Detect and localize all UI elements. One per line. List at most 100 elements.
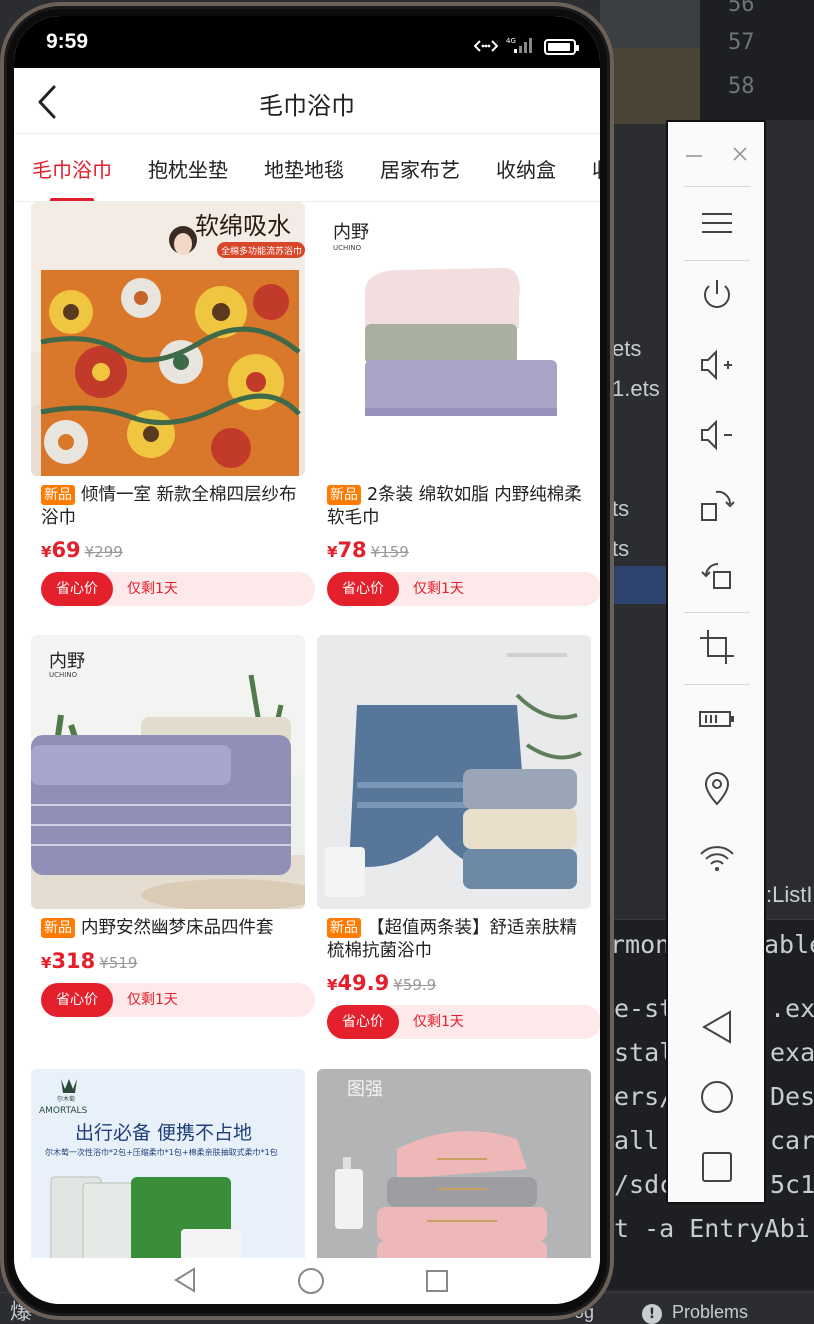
original-price: ¥59.9 [393,976,437,994]
status-bar: 9:59 4G [14,16,600,68]
home-circle-icon [701,1081,733,1113]
deal-pill[interactable]: 省心价 仅剩1天 [41,572,315,606]
price-row: ¥78 ¥159 [327,538,409,562]
category-tabs: 毛巾浴巾 抱枕坐垫 地垫地毯 居家布艺 收纳盒 收 [14,134,600,202]
project-tree-item[interactable]: ets [612,336,641,362]
recents-square-icon [702,1152,732,1182]
terminal-line: exa [770,1038,814,1067]
image-subheadline: 尔木萄一次性浴巾*2包+压缩柔巾*1包+棉柔亲肤抽取式柔巾*1包 [45,1147,278,1157]
new-badge: 新品 [327,485,361,505]
brand-logo-text: AMORTALS [39,1106,88,1116]
volume-down-icon [701,419,732,451]
tab-more[interactable]: 收 [592,154,600,183]
battery-icon [544,39,579,55]
original-price: ¥519 [99,954,138,972]
deal-pill[interactable]: 省心价 仅剩1天 [327,572,600,606]
rotate-left-button[interactable] [694,552,740,598]
tab-towels[interactable]: 毛巾浴巾 [32,154,112,183]
terminal-line: car [770,1126,814,1155]
line-number: 58 [728,74,755,99]
toolbar-divider [684,186,750,187]
power-button[interactable] [694,272,740,318]
tab-rugs[interactable]: 地垫地毯 [264,154,344,183]
price-row: ¥49.9 ¥59.9 [327,971,436,995]
nfc-icon [473,38,499,57]
status-time: 9:59 [46,30,89,53]
product-name[interactable]: 新品 内野安然幽梦床品四件套 [41,917,305,940]
recents-square-icon[interactable] [424,1268,450,1294]
image-headline: 出行必备 便携不占地 [75,1122,252,1144]
tab-cushions[interactable]: 抱枕坐垫 [148,154,228,183]
tab-home-textiles[interactable]: 居家布艺 [380,154,460,183]
deal-pill[interactable]: 省心价 仅剩1天 [327,1005,600,1039]
project-tree-item[interactable]: ts [612,496,629,522]
rotate-right-button[interactable] [694,482,740,528]
problems-icon: ! [642,1304,662,1324]
product-title: 内野安然幽梦床品四件套 [81,918,274,938]
wifi-icon [700,846,734,871]
emulator-back-button[interactable] [694,1004,740,1050]
close-icon[interactable] [730,144,750,164]
product-image[interactable]: 软绵吸水 全棉多功能流苏浴巾 [31,202,305,476]
location-pin-icon [704,772,730,806]
price-row: ¥318 ¥519 [41,949,137,973]
status-icons: 4G [473,36,579,58]
signal-icon: 4G [506,36,536,58]
current-price: 49.9 [337,971,390,995]
emulator-recents-button[interactable] [694,1144,740,1190]
currency-symbol: ¥ [327,976,338,994]
back-triangle-icon[interactable] [172,1266,198,1294]
currency-symbol: ¥ [41,543,52,561]
new-badge: 新品 [41,485,75,505]
line-number: 57 [728,30,755,55]
terminal-line: .ex [770,994,814,1023]
deal-pill[interactable]: 省心价 仅剩1天 [41,983,315,1017]
line-number: 56 [728,0,755,17]
brand-logo-text: 图强 [347,1079,383,1100]
product-image[interactable]: 内野 UCHINO [317,202,591,476]
current-price: 78 [337,538,367,562]
deal-label: 省心价 [327,1005,399,1039]
crop-icon [700,630,734,664]
brand-logo-text: 内野 [333,222,369,243]
deal-label: 省心价 [41,983,113,1017]
problems-tab[interactable]: Problems [672,1302,748,1323]
deal-countdown: 仅剩1天 [413,581,464,597]
toolbar-divider [684,260,750,261]
tab-storage[interactable]: 收纳盒 [496,154,556,183]
original-price: ¥159 [370,543,409,561]
minimize-icon[interactable] [684,144,704,164]
product-name[interactable]: 新品 倾情一室 新款全棉四层纱布浴巾 [41,484,305,530]
volume-up-icon [701,349,732,381]
product-image[interactable]: 内野 UCHINO [31,635,305,909]
product-image[interactable]: 图强 [317,1069,591,1258]
page-title: 毛巾浴巾 [259,92,355,120]
home-circle-icon[interactable] [296,1266,326,1296]
product-image[interactable]: 尔木萄 AMORTALS 出行必备 便携不占地 尔木萄一次性浴巾*2包+压缩柔巾… [31,1069,305,1258]
brand-logo-text: 内野 [49,651,85,672]
system-nav-bar [14,1258,600,1304]
battery-icon [699,711,734,727]
power-icon [704,280,730,308]
emulator-home-button[interactable] [694,1074,740,1120]
screenshot-button[interactable] [694,624,740,670]
panel-header-text: :ListI [766,882,813,907]
menu-button[interactable] [694,200,740,246]
volume-down-button[interactable] [694,412,740,458]
product-name[interactable]: 新品 2条装 绵软如脂 内野纯棉柔软毛巾 [327,484,591,530]
volume-up-button[interactable] [694,342,740,388]
brand-cn-text: 尔木萄 [57,1095,75,1103]
image-headline: 软绵吸水 [195,212,291,240]
new-badge: 新品 [41,918,75,938]
project-tree-item[interactable]: 1.ets [612,376,660,402]
current-price: 69 [51,538,81,562]
battery-button[interactable] [694,696,740,742]
project-tree-item[interactable]: ts [612,536,629,562]
wifi-button[interactable] [694,836,740,882]
terminal-line: 5c1 [770,1170,814,1199]
ide-highlight-strip [600,48,700,124]
location-button[interactable] [694,766,740,812]
deal-countdown: 仅剩1天 [413,1014,464,1030]
product-name[interactable]: 新品 【超值两条装】舒适亲肤精梳棉抗菌浴巾 [327,917,591,963]
product-image[interactable] [317,635,591,909]
